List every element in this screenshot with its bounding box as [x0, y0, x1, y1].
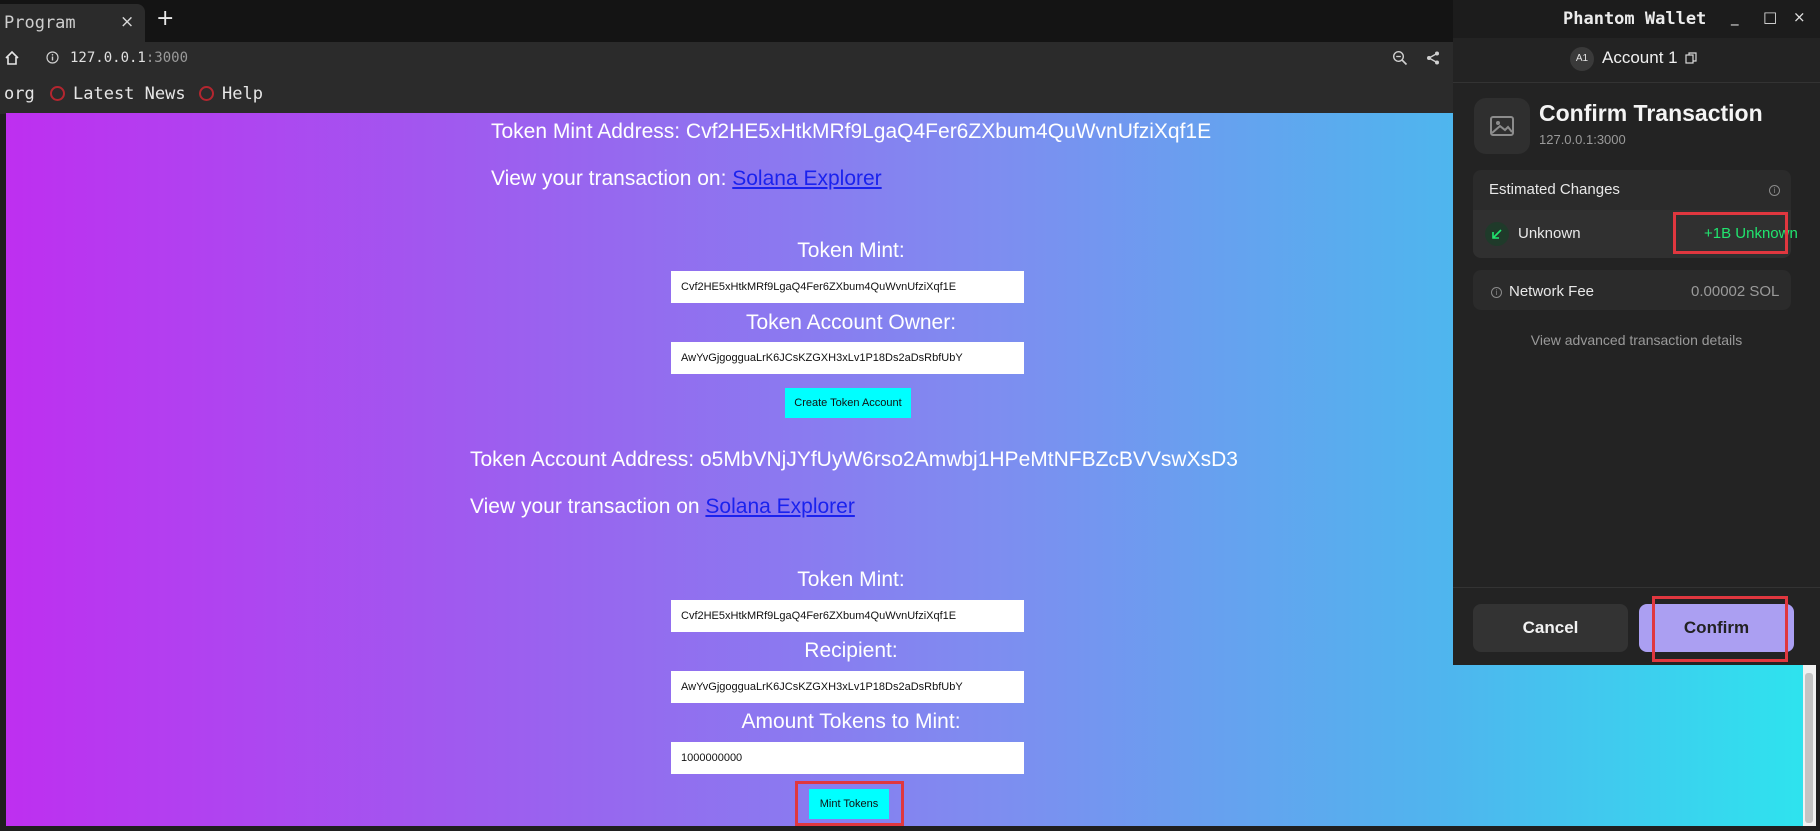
estimated-changes-label: Estimated Changes	[1489, 181, 1620, 198]
divider	[1453, 82, 1820, 83]
network-fee-label: Network Fee	[1509, 283, 1595, 300]
site-info-icon[interactable]	[46, 51, 59, 64]
solana-explorer-link[interactable]: Solana Explorer	[705, 495, 854, 518]
view-tx-prefix: View your transaction on	[470, 495, 706, 518]
network-fee-info-icon[interactable]: i	[1491, 287, 1502, 298]
zoom-out-icon[interactable]	[1392, 50, 1408, 66]
tab-close-icon[interactable]: ×	[120, 12, 134, 32]
view-transaction-text-2: View your transaction on Solana Explorer	[470, 495, 855, 519]
copy-icon[interactable]	[1685, 52, 1697, 64]
share-icon[interactable]	[1425, 50, 1441, 66]
token-account-owner-label: Token Account Owner:	[745, 311, 957, 334]
info-icon[interactable]: i	[1769, 185, 1780, 196]
token-mint-input[interactable]: Cvf2HE5xHtkMRf9LgaQ4Fer6ZXbum4QuWvnUfziX…	[671, 271, 1024, 303]
home-icon[interactable]	[4, 50, 20, 66]
token-account-owner-input[interactable]: AwYvGjgoggua​LrK6JCsKZGXH3xLv1P18Ds2aDsR…	[671, 342, 1024, 374]
change-value-highlight	[1673, 212, 1788, 254]
request-origin: 127.0.0.1:3000	[1539, 132, 1626, 147]
view-tx-prefix: View your transaction on:	[491, 167, 733, 190]
wallet-titlebar: Phantom Wallet _ □ ×	[1453, 0, 1820, 38]
browser-tab[interactable]: Program ×	[0, 4, 145, 42]
advanced-details-link[interactable]: View advanced transaction details	[1453, 332, 1820, 348]
asset-name: Unknown	[1518, 225, 1581, 242]
tab-title: Program	[4, 13, 76, 33]
account-avatar: A1	[1570, 47, 1594, 71]
dapp-image-placeholder	[1474, 98, 1530, 154]
create-token-account-button[interactable]: Create Token Account	[785, 388, 911, 418]
account-name: Account 1	[1602, 48, 1678, 67]
confirm-transaction-heading: Confirm Transaction	[1539, 100, 1763, 126]
bookmark-latest-news[interactable]: Latest News	[73, 84, 186, 104]
token-account-address-text: Token Account Address: o5MbVNjJYfUyW6rso…	[470, 448, 1238, 471]
maximize-icon[interactable]: □	[1763, 8, 1777, 26]
solana-explorer-link[interactable]: Solana Explorer	[732, 167, 881, 190]
bookmark-help[interactable]: Help	[222, 84, 263, 104]
mint-address-text: Token Mint Address: Cvf2HE5xHtkMRf9LgaQ4…	[491, 120, 1212, 143]
confirm-button-highlight	[1652, 596, 1788, 662]
token-mint-label: Token Mint:	[797, 239, 905, 262]
new-tab-icon[interactable]: +	[156, 8, 174, 30]
scrollbar-thumb[interactable]	[1805, 673, 1813, 823]
bookmark-favicon-icon	[50, 86, 65, 101]
footer-divider	[1453, 587, 1820, 588]
cancel-button[interactable]: Cancel	[1473, 604, 1628, 652]
phantom-wallet-popup: Phantom Wallet _ □ × A1 Account 1 Confir…	[1453, 0, 1820, 665]
image-icon	[1490, 116, 1514, 136]
view-transaction-text-1: View your transaction on: Solana Explore…	[491, 167, 882, 191]
recipient-input[interactable]: AwYvGjgogguaLrK6JCsKZGXH3xLv1P18Ds2aDsRb…	[671, 671, 1024, 703]
url-bar[interactable]: 127.0.0.1:3000	[70, 50, 188, 66]
receive-arrow-icon	[1485, 222, 1509, 246]
mint-tokens-button[interactable]: Mint Tokens	[809, 789, 889, 819]
minimize-icon[interactable]: _	[1731, 8, 1739, 26]
close-icon[interactable]: ×	[1793, 8, 1806, 26]
bookmark-org[interactable]: org	[4, 84, 35, 104]
token-mint-label: Token Mint:	[797, 568, 905, 591]
network-fee-value: 0.00002 SOL	[1691, 283, 1780, 300]
token-mint-input[interactable]: Cvf2HE5xHtkMRf9LgaQ4Fer6ZXbum4QuWvnUfziX…	[671, 600, 1024, 632]
wallet-window-title: Phantom Wallet	[1563, 9, 1707, 29]
amount-label: Amount Tokens to Mint:	[741, 710, 961, 733]
url-host: 127.0.0.1	[70, 50, 146, 66]
amount-input[interactable]: 1000000000	[671, 742, 1024, 774]
recipient-label: Recipient:	[804, 639, 898, 662]
bookmark-favicon-icon	[199, 86, 214, 101]
account-selector[interactable]: A1 Account 1	[1453, 38, 1820, 82]
url-port: :3000	[145, 50, 189, 66]
